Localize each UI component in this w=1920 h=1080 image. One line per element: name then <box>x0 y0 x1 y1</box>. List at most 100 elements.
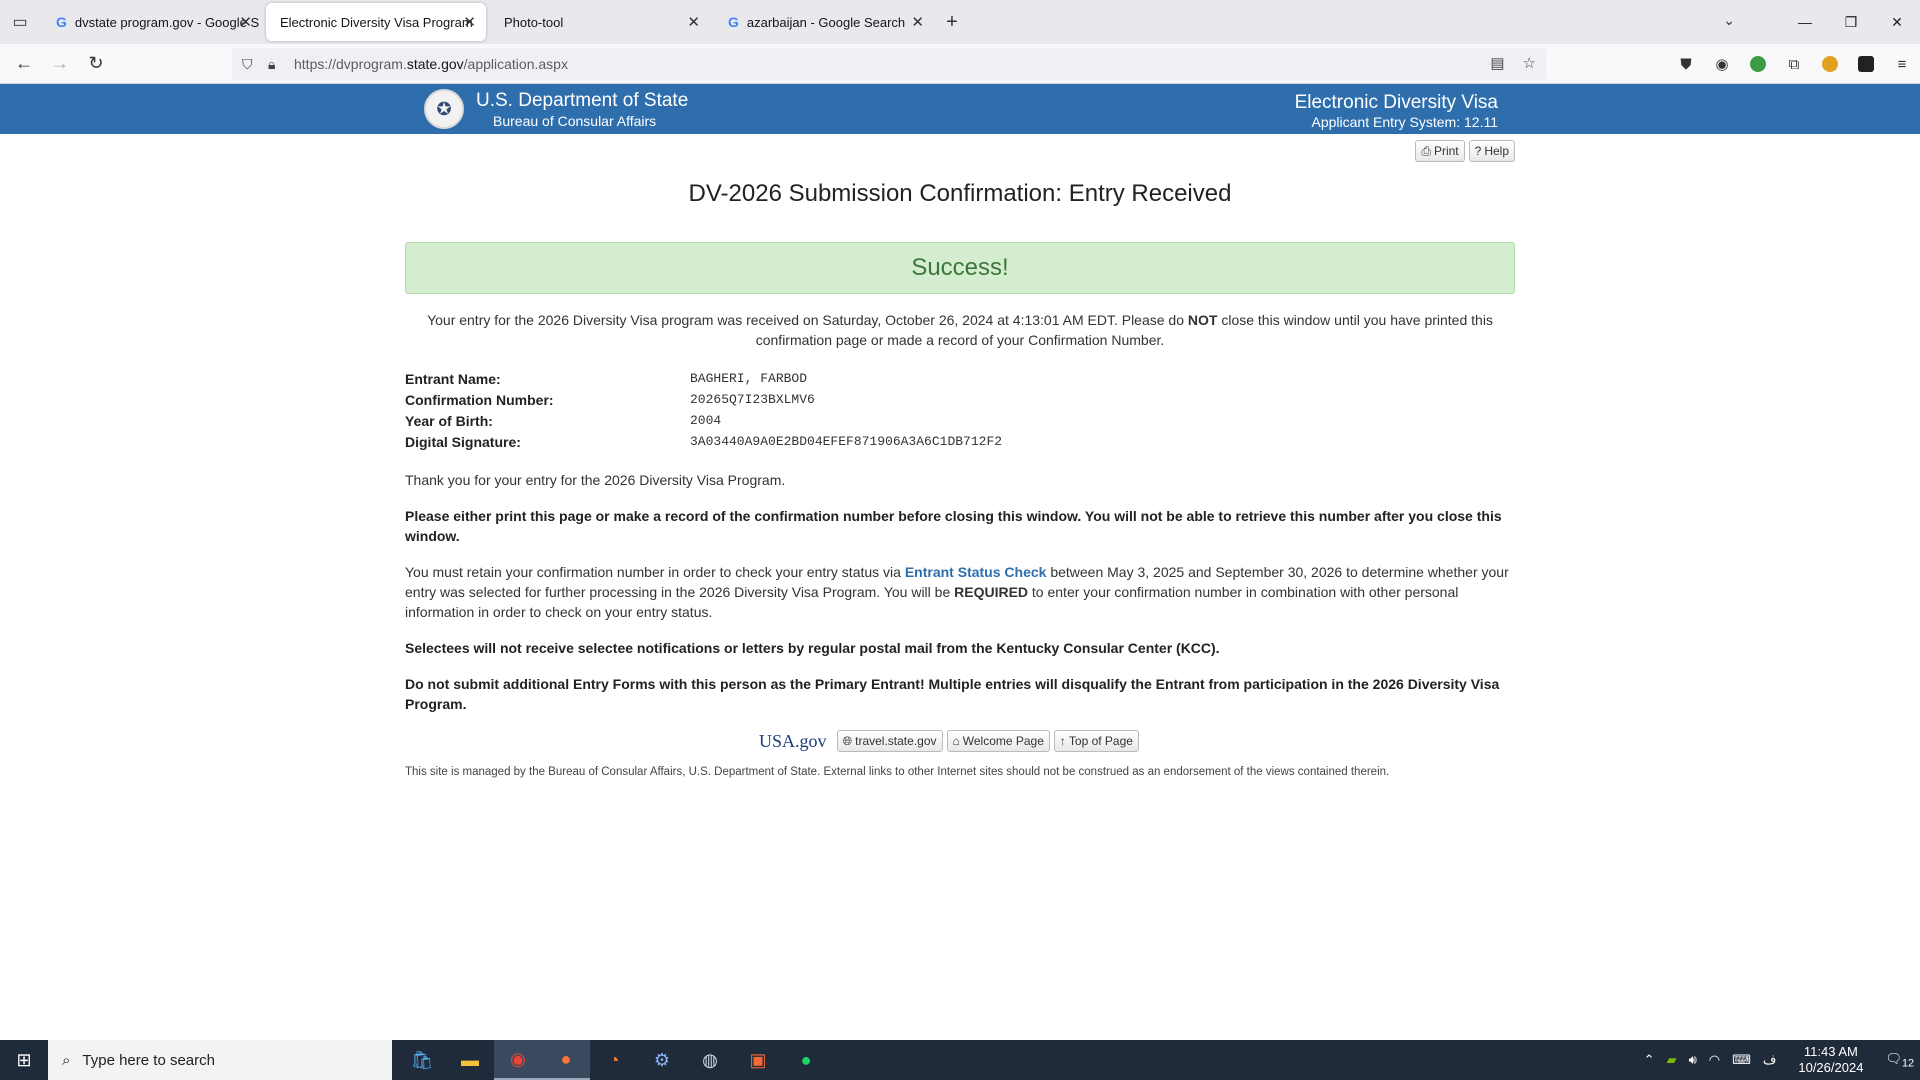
close-icon[interactable]: ✕ <box>911 13 924 31</box>
system-title: Electronic Diversity Visa <box>1294 92 1498 113</box>
entrant-status-check-link[interactable]: Entrant Status Check <box>905 564 1047 580</box>
printer-icon: ⎙ <box>1421 144 1431 158</box>
confirmation-number-value: 20265Q7I23BXLMV6 <box>690 391 815 407</box>
reload-icon[interactable]: ↻ <box>78 48 114 80</box>
chrome-icon[interactable]: ◉ <box>494 1040 542 1080</box>
store-icon[interactable]: 🛍︎ <box>398 1040 446 1080</box>
google-icon: G <box>56 14 67 30</box>
selectees-notice: Selectees will not receive selectee noti… <box>405 640 1220 656</box>
taskbar-search[interactable]: ⌕ Type here to search <box>48 1040 392 1080</box>
retain-confirmation-text: You must retain your confirmation number… <box>405 564 1509 620</box>
back-icon[interactable]: ← <box>6 48 42 80</box>
extension-face-icon[interactable] <box>1812 56 1848 72</box>
extensions-toolbar: ⛊ ◉ ⧉ ≡ <box>1668 48 1920 80</box>
page-tools: ⎙ Print ? Help <box>1415 140 1515 162</box>
close-icon[interactable]: ✕ <box>687 13 700 31</box>
print-button[interactable]: ⎙ Print <box>1415 140 1465 162</box>
volume-icon[interactable]: 🔊︎ <box>1683 1052 1703 1068</box>
welcome-page-link[interactable]: ⌂ Welcome Page <box>946 730 1050 752</box>
site-header: ✪ U.S. Department of State Bureau of Con… <box>0 84 1920 134</box>
search-placeholder: Type here to search <box>82 1051 215 1069</box>
usagov-logo[interactable]: USA.gov <box>759 731 827 751</box>
tab-google-dvstate[interactable]: G dvstate program.gov - Google S ✕ <box>42 3 262 41</box>
confirmation-number-row: Confirmation Number: 20265Q7I23BXLMV6 <box>405 391 815 408</box>
tab-title: Electronic Diversity Visa Program <box>280 14 473 30</box>
network-tool-icon[interactable]: ⚙ <box>638 1040 686 1080</box>
extension-dark-icon[interactable] <box>1848 56 1884 72</box>
tab-electronic-dv[interactable]: Electronic Diversity Visa Program ✕ <box>266 3 486 41</box>
nvidia-icon[interactable]: ▰ <box>1661 1052 1683 1068</box>
shield-icon[interactable]: ⛉ <box>242 56 268 73</box>
search-icon: ⌕ <box>62 1051 71 1069</box>
year-of-birth-value: 2004 <box>690 412 722 428</box>
state-department-seal-icon: ✪ <box>424 89 464 129</box>
app-orange-icon[interactable]: ▣ <box>734 1040 782 1080</box>
arrow-up-icon: ↑ <box>1059 734 1066 748</box>
google-icon: G <box>728 14 739 30</box>
url-bar[interactable]: ⛉ 🔒︎ https://dvprogram.state.gov/applica… <box>232 48 1546 80</box>
multiple-entries-warning: Do not submit additional Entry Forms wit… <box>405 676 1500 712</box>
steam-icon[interactable]: ◍ <box>686 1040 734 1080</box>
department-name: U.S. Department of State <box>476 90 689 111</box>
lock-icon[interactable]: 🔒︎ <box>268 56 294 73</box>
home-icon: ⌂ <box>952 734 960 748</box>
system-version: Applicant Entry System: 12.11 <box>1311 114 1499 130</box>
close-icon[interactable]: ✕ <box>239 13 252 31</box>
puzzle-icon[interactable]: ⧉ <box>1776 56 1812 73</box>
keyboard-icon[interactable]: ⌨ <box>1726 1052 1757 1068</box>
globe-icon: 🌐︎ <box>842 734 853 748</box>
entrant-name-row: Entrant Name: BAGHERI, FARBOD <box>405 370 808 387</box>
digital-signature-row: Digital Signature: 3A03440A9A0E2BD04EFEF… <box>405 433 1003 450</box>
file-explorer-icon[interactable]: ▬ <box>446 1040 494 1080</box>
account-icon[interactable]: ◉ <box>1704 55 1740 73</box>
reader-view-icon[interactable]: ▤ <box>1490 54 1504 72</box>
browser-nav-bar: ← → ↻ ⛉ 🔒︎ https://dvprogram.state.gov/a… <box>0 44 1920 84</box>
submission-notice: Your entry for the 2026 Diversity Visa p… <box>427 312 1493 348</box>
blender-icon[interactable]: ◔ <box>590 1040 638 1080</box>
system-tray: ⌃ ▰ 🔊︎ ◠ ⌨ ف 11:43 AM 10/26/2024 🗨︎12 <box>1638 1040 1920 1080</box>
success-banner: Success! <box>405 242 1515 294</box>
minimize-icon[interactable]: — <box>1782 0 1828 44</box>
tab-photo-tool[interactable]: Photo-tool ✕ <box>490 3 710 41</box>
window-controls: — ❐ ✕ <box>1782 0 1920 44</box>
thanks-text: Thank you for your entry for the 2026 Di… <box>405 472 786 488</box>
top-of-page-link[interactable]: ↑ Top of Page <box>1053 730 1139 752</box>
new-tab-button[interactable]: + <box>936 3 968 41</box>
menu-icon[interactable]: ≡ <box>1884 56 1920 73</box>
tab-title: azarbaijan - Google Search <box>746 14 906 30</box>
taskbar-clock[interactable]: 11:43 AM 10/26/2024 <box>1782 1044 1879 1076</box>
site-disclaimer: This site is managed by the Bureau of Co… <box>405 766 1390 778</box>
windows-start-icon[interactable]: ⊞ <box>0 1040 48 1080</box>
firefox-icon[interactable]: ● <box>542 1040 590 1080</box>
tab-title: Photo-tool <box>504 14 564 30</box>
digital-signature-value: 3A03440A9A0E2BD04EFEF871906A3A6C1DB712F2 <box>690 433 1003 449</box>
restore-icon[interactable]: ❐ <box>1828 0 1874 44</box>
bureau-name: Bureau of Consular Affairs <box>493 113 657 129</box>
tab-list-icon[interactable]: ▭ <box>0 0 40 44</box>
entry-details: Entrant Name: BAGHERI, FARBOD Confirmati… <box>405 368 1515 452</box>
chevron-up-icon[interactable]: ⌃ <box>1638 1052 1661 1068</box>
spotify-icon[interactable]: ● <box>782 1040 830 1080</box>
wifi-icon[interactable]: ◠ <box>1703 1052 1726 1068</box>
notifications-icon[interactable]: 🗨︎12 <box>1879 1051 1920 1070</box>
url-text[interactable]: https://dvprogram.state.gov/application.… <box>294 56 568 72</box>
tab-title: dvstate program.gov - Google S <box>74 14 260 30</box>
help-button[interactable]: ? Help <box>1468 140 1515 162</box>
close-window-icon[interactable]: ✕ <box>1874 0 1920 44</box>
page-title: DV-2026 Submission Confirmation: Entry R… <box>688 180 1232 207</box>
year-of-birth-row: Year of Birth: 2004 <box>405 412 722 429</box>
chevron-down-icon[interactable]: ⌄ <box>1723 12 1735 29</box>
extension-globe-icon[interactable] <box>1740 56 1776 72</box>
forward-icon[interactable]: → <box>42 48 78 80</box>
browser-tab-bar: ▭ G dvstate program.gov - Google S ✕ Ele… <box>0 0 1920 44</box>
close-icon[interactable]: ✕ <box>463 13 476 31</box>
tab-google-azarbaijan[interactable]: G azarbaijan - Google Search ✕ <box>714 3 934 41</box>
entrant-name-value: BAGHERI, FARBOD <box>690 370 808 386</box>
bookmark-star-icon[interactable]: ☆ <box>1523 54 1536 72</box>
pocket-icon[interactable]: ⛊ <box>1668 56 1704 73</box>
taskbar-apps: 🛍︎ ▬ ◉ ● ◔ ⚙ ◍ ▣ ● <box>398 1040 830 1080</box>
language-icon[interactable]: ف <box>1757 1052 1782 1068</box>
print-warning: Please either print this page or make a … <box>405 508 1502 544</box>
travel-state-gov-link[interactable]: 🌐︎ travel.state.gov <box>836 730 943 752</box>
question-icon: ? <box>1474 144 1482 158</box>
